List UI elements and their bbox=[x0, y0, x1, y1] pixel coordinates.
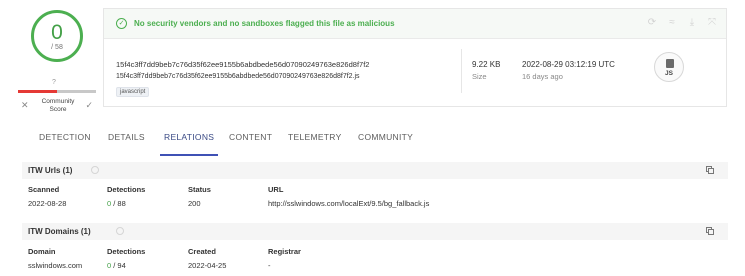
created-date: 2022-04-25 bbox=[188, 261, 227, 270]
check-circle-icon: ✓ bbox=[116, 18, 127, 29]
similar-icon[interactable]: ≈ bbox=[666, 17, 678, 29]
detection-score: 0 / 58 ? ✕ Community Score ✓ bbox=[18, 8, 96, 120]
graph-icon[interactable]: ⤧ bbox=[706, 17, 718, 29]
info-icon[interactable] bbox=[91, 166, 99, 174]
community-score-value: ? bbox=[52, 79, 56, 86]
column-header: Domain bbox=[28, 247, 56, 256]
tab-telemetry[interactable]: TELEMETRY bbox=[288, 130, 342, 156]
verdict-banner: ✓ No security vendors and no sandboxes f… bbox=[104, 9, 726, 39]
registrar: - bbox=[268, 261, 271, 270]
score-ring: 0 / 58 bbox=[31, 10, 83, 62]
reanalyze-icon[interactable]: ⟳ bbox=[646, 17, 658, 29]
info-icon[interactable] bbox=[116, 227, 124, 235]
itw-domains-header: ITW Domains (1) bbox=[22, 223, 728, 240]
detections-count: 0 / 88 bbox=[107, 199, 126, 208]
card-toolbar: ⟳ ≈ ⤓ ⤧ bbox=[646, 17, 718, 29]
tab-details[interactable]: DETAILS bbox=[108, 130, 145, 156]
verdict-message: No security vendors and no sandboxes fla… bbox=[134, 19, 395, 28]
tab-content[interactable]: CONTENT bbox=[229, 130, 272, 156]
copy-icon[interactable] bbox=[706, 227, 714, 235]
itw-domains-title: ITW Domains (1) bbox=[28, 227, 91, 236]
score-detected: 0 bbox=[51, 21, 63, 44]
file-summary-card: ✓ No security vendors and no sandboxes f… bbox=[103, 8, 727, 107]
column-header: Detections bbox=[107, 247, 146, 256]
community-score-bar bbox=[18, 90, 96, 93]
column-header: Detections bbox=[107, 185, 146, 194]
vote-malicious-icon[interactable]: ✕ bbox=[21, 100, 29, 111]
column-header: Registrar bbox=[268, 247, 301, 256]
file-type-icon: JS bbox=[654, 52, 684, 82]
download-icon[interactable]: ⤓ bbox=[686, 17, 698, 29]
column-header: Status bbox=[188, 185, 211, 194]
column-header: URL bbox=[268, 185, 284, 194]
file-size-value: 9.22 KB bbox=[472, 60, 501, 69]
file-size-label: Size bbox=[472, 72, 487, 81]
community-score-label: Community Score bbox=[41, 98, 75, 113]
copy-icon[interactable] bbox=[706, 166, 714, 174]
itw-urls-header: ITW Urls (1) bbox=[22, 162, 728, 179]
tab-detection[interactable]: DETECTION bbox=[39, 130, 91, 156]
tab-community[interactable]: COMMUNITY bbox=[358, 130, 413, 156]
tab-relations[interactable]: RELATIONS bbox=[160, 130, 219, 156]
analysis-age: 16 days ago bbox=[522, 72, 563, 81]
file-name: 15f4c3ff7dd9beb7c76d35f62ee9155b6abdbede… bbox=[116, 73, 360, 80]
url-link[interactable]: http://sslwindows.com/localExt/9.5/bg_fa… bbox=[268, 199, 429, 208]
vote-harmless-icon[interactable]: ✓ bbox=[85, 100, 93, 111]
scanned-date: 2022-08-28 bbox=[28, 199, 67, 208]
divider bbox=[461, 49, 462, 93]
domain-link[interactable]: sslwindows.com bbox=[28, 261, 82, 270]
detections-count: 0 / 94 bbox=[107, 261, 126, 270]
report-tabs: DETECTION DETAILS RELATIONS CONTENT TELE… bbox=[18, 130, 728, 156]
column-header: Created bbox=[188, 247, 216, 256]
analysis-date: 2022-08-29 03:12:19 UTC bbox=[522, 60, 615, 69]
column-header: Scanned bbox=[28, 185, 60, 194]
file-hash[interactable]: 15f4c3ff7dd9beb7c76d35f62ee9155b6abdbede… bbox=[116, 60, 369, 69]
itw-urls-title: ITW Urls (1) bbox=[28, 166, 73, 175]
file-tag[interactable]: javascript bbox=[116, 87, 150, 97]
score-total: / 58 bbox=[51, 44, 63, 51]
active-tab-indicator bbox=[160, 154, 219, 156]
status-code: 200 bbox=[188, 199, 201, 208]
